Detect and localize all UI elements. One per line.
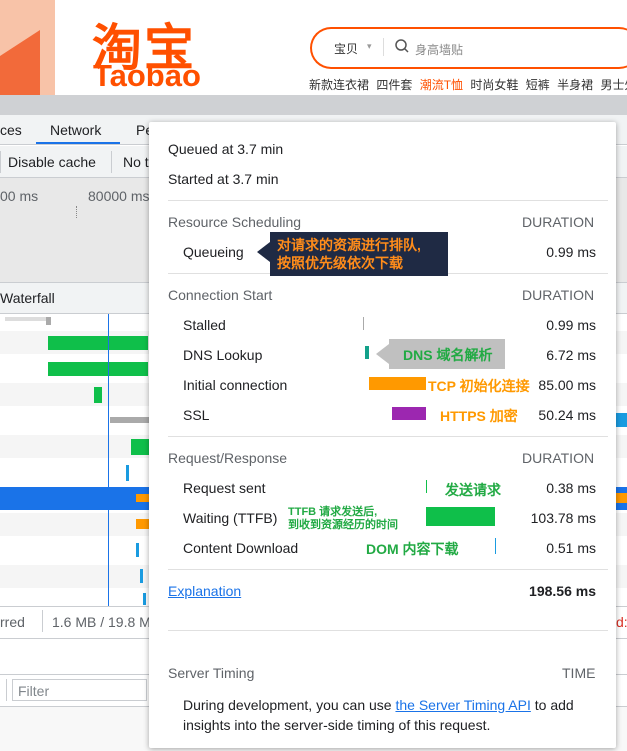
timing-label-ttfb: Waiting (TTFB) bbox=[183, 510, 278, 526]
timing-value-request-sent: 0.38 ms bbox=[546, 480, 596, 496]
timing-value-ttfb: 103.78 ms bbox=[530, 510, 596, 526]
hot-tag-link[interactable]: 男士外套 bbox=[600, 78, 627, 92]
divider bbox=[168, 200, 608, 201]
server-timing-description: During development, you can use the Serv… bbox=[183, 695, 593, 735]
hot-search-tags: 新款连衣裙 四件套 潮流T恤 时尚女鞋 短裤 半身裙 男士外套 bbox=[309, 76, 627, 93]
queued-at-text: Queued at 3.7 min bbox=[168, 141, 284, 157]
devtools-topbar bbox=[0, 95, 627, 115]
toolbar-divider bbox=[6, 679, 7, 701]
active-tab-indicator bbox=[36, 142, 120, 144]
tab-network[interactable]: Network bbox=[50, 122, 101, 138]
queueing-annotation: 对请求的资源进行排队, 按照优先级依次下载 bbox=[277, 236, 421, 272]
search-input[interactable]: 身高墙贴 bbox=[415, 41, 463, 58]
server-timing-api-link[interactable]: the Server Timing API bbox=[395, 697, 530, 713]
timing-value-queueing: 0.99 ms bbox=[546, 244, 596, 260]
https-annotation: HTTPS 加密 bbox=[440, 408, 518, 424]
section-title-request-response: Request/Response bbox=[168, 450, 288, 466]
timing-value-stalled: 0.99 ms bbox=[546, 317, 596, 333]
toolbar-divider bbox=[0, 151, 1, 173]
section-title-server-timing: Server Timing bbox=[168, 665, 255, 681]
timing-label-queueing: Queueing bbox=[183, 244, 244, 260]
ssl-bar bbox=[392, 407, 426, 420]
timing-value-dns: 6.72 ms bbox=[546, 347, 596, 363]
timing-value-ssl: 50.24 ms bbox=[538, 407, 596, 423]
duration-header: DURATION bbox=[522, 214, 595, 230]
annotation-line: 对请求的资源进行排队, bbox=[277, 237, 421, 253]
time-header: TIME bbox=[562, 665, 596, 681]
search-icon bbox=[395, 39, 409, 53]
duration-header: DURATION bbox=[522, 287, 595, 303]
search-divider bbox=[383, 38, 384, 56]
hot-tag-link[interactable]: 潮流T恤 bbox=[420, 78, 463, 92]
ttfb-annotation: TTFB 请求发送后, 到收到资源经历的时间 bbox=[288, 506, 398, 532]
timing-label-stalled: Stalled bbox=[183, 317, 226, 333]
hot-tag-link[interactable]: 短裤 bbox=[526, 78, 550, 92]
timing-label-initial-connection: Initial connection bbox=[183, 377, 288, 393]
callout-arrow bbox=[257, 242, 270, 262]
hot-tag-link[interactable]: 新款连衣裙 bbox=[309, 78, 369, 92]
resource-size-text: 1.6 MB / 19.8 M bbox=[52, 614, 151, 630]
dns-bar bbox=[365, 346, 369, 359]
divider bbox=[168, 569, 608, 570]
waterfall-column-header[interactable]: Waterfall bbox=[0, 290, 55, 306]
duration-header: DURATION bbox=[522, 450, 595, 466]
request-sent-bar bbox=[426, 480, 427, 493]
started-at-text: Started at 3.7 min bbox=[168, 171, 279, 187]
disable-cache-checkbox[interactable]: Disable cache bbox=[8, 154, 96, 170]
initial-connection-bar bbox=[369, 377, 426, 390]
callout-arrow bbox=[376, 344, 389, 364]
dom-content-loaded-line bbox=[108, 314, 109, 606]
divider bbox=[168, 436, 608, 437]
throttling-select[interactable]: No t bbox=[123, 154, 149, 170]
toolbar-divider bbox=[111, 151, 112, 173]
search-category-select[interactable]: 宝贝 bbox=[334, 40, 358, 57]
send-annotation: 发送请求 bbox=[445, 482, 501, 498]
content-download-bar bbox=[495, 538, 496, 554]
overview-grid-line bbox=[76, 206, 77, 218]
section-title-resource-scheduling: Resource Scheduling bbox=[168, 214, 302, 230]
annotation-line: 到收到资源经历的时间 bbox=[288, 519, 398, 531]
dns-annotation: DNS 域名解析 bbox=[403, 347, 493, 363]
annotation-line: TTFB 请求发送后, bbox=[288, 506, 378, 518]
filter-placeholder: Filter bbox=[18, 683, 50, 699]
transferred-text: rred bbox=[0, 614, 25, 630]
server-timing-text: During development, you can use bbox=[183, 697, 396, 713]
timing-label-ssl: SSL bbox=[183, 407, 210, 423]
divider bbox=[168, 630, 608, 631]
tab-sources[interactable]: ces bbox=[0, 122, 22, 138]
load-time-text: d: bbox=[616, 614, 627, 630]
timing-label-dns: DNS Lookup bbox=[183, 347, 263, 363]
chevron-down-icon[interactable]: ▾ bbox=[367, 41, 372, 52]
section-title-connection-start: Connection Start bbox=[168, 287, 273, 303]
status-divider bbox=[42, 610, 43, 632]
annotation-line: 按照优先级依次下载 bbox=[277, 255, 403, 271]
hot-tag-link[interactable]: 四件套 bbox=[376, 78, 412, 92]
overview-tick-label: 80000 ms bbox=[88, 188, 150, 204]
explanation-link[interactable]: Explanation bbox=[168, 583, 241, 599]
tcp-annotation: TCP 初始化连接 bbox=[428, 378, 530, 394]
hot-tag-link[interactable]: 半身裙 bbox=[557, 78, 593, 92]
timing-label-request-sent: Request sent bbox=[183, 480, 266, 496]
overview-tick-label: 00 ms bbox=[0, 188, 39, 204]
taobao-logo-english[interactable]: Taobao bbox=[93, 58, 201, 94]
timing-value-content-download: 0.51 ms bbox=[546, 540, 596, 556]
timing-label-content-download: Content Download bbox=[183, 540, 299, 556]
dom-annotation: DOM 内容下载 bbox=[366, 541, 459, 557]
stalled-bar bbox=[363, 317, 364, 330]
hot-tag-link[interactable]: 时尚女鞋 bbox=[470, 78, 518, 92]
ttfb-bar bbox=[426, 507, 495, 526]
total-duration: 198.56 ms bbox=[529, 583, 596, 599]
